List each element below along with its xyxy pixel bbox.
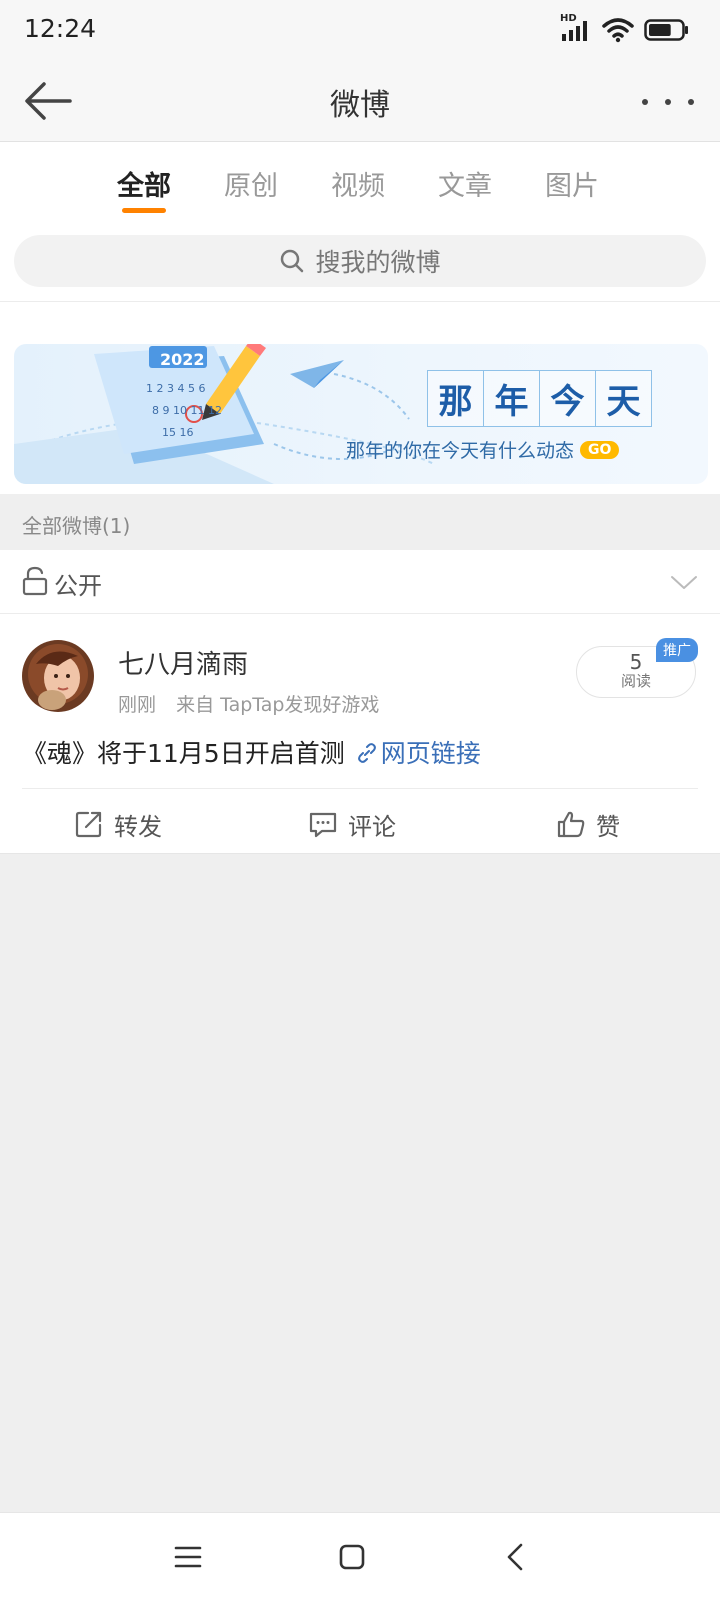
status-time: 12:24 — [24, 14, 97, 43]
more-dots-icon[interactable] — [642, 84, 694, 120]
back-icon[interactable] — [498, 1539, 534, 1575]
banner-section: 2022 1 2 3 4 5 6 8 9 10 11 12 15 16 那 年 … — [0, 302, 720, 494]
comment-label: 评论 — [348, 812, 396, 841]
post-time: 刚刚 — [118, 694, 157, 716]
read-label: 阅读 — [620, 672, 651, 690]
repost-icon — [75, 811, 102, 838]
avatar[interactable] — [22, 640, 94, 712]
promo-tag[interactable]: 推广 — [656, 638, 698, 662]
banner-title-char: 那 — [427, 370, 484, 427]
calendar-days-row-3: 15 16 — [162, 426, 194, 439]
user-name[interactable]: 七八月滴雨 — [118, 644, 248, 681]
active-tab-indicator — [122, 208, 166, 213]
chevron-down-icon[interactable] — [670, 568, 698, 596]
on-this-day-banner[interactable]: 2022 1 2 3 4 5 6 8 9 10 11 12 15 16 那 年 … — [14, 344, 708, 484]
privacy-label: 公开 — [54, 572, 102, 600]
comment-button[interactable]: 评论 — [308, 804, 396, 844]
comment-icon — [309, 812, 337, 838]
post-bottom-border — [0, 853, 720, 854]
unlock-icon — [22, 566, 48, 596]
search-placeholder: 搜我的微博 — [315, 248, 441, 277]
link-icon — [355, 741, 379, 765]
post-source: 来自 TapTap发现好游戏 — [176, 694, 380, 716]
status-icons: HD — [560, 13, 690, 46]
section-label: 全部微博(1) — [22, 514, 131, 538]
home-icon[interactable] — [334, 1539, 370, 1575]
thumbs-up-icon — [557, 811, 585, 838]
battery-icon — [644, 18, 690, 42]
banner-title-char: 天 — [595, 370, 652, 427]
signal-icon: HD — [560, 13, 592, 43]
section-header: 全部微博(1) — [0, 494, 720, 550]
calendar-year: 2022 — [160, 350, 205, 369]
banner-title-char: 今 — [539, 370, 596, 427]
wifi-icon — [602, 17, 634, 43]
search-input[interactable]: 搜我的微博 — [14, 235, 706, 287]
like-button[interactable]: 赞 — [556, 804, 620, 844]
tab-all[interactable]: 全部 — [104, 164, 184, 203]
post-content: 《魂》将于11月5日开启首测 网页链接 — [22, 734, 481, 770]
banner-subtitle-row: 那年的你在今天有什么动态 GO — [346, 436, 620, 463]
page-title: 微博 — [330, 88, 390, 123]
like-label: 赞 — [596, 812, 620, 841]
tab-original[interactable]: 原创 — [211, 164, 291, 203]
divider — [22, 788, 698, 789]
post-card: 七八月滴雨 刚刚 来自 TapTap发现好游戏 5 阅读 推广 《魂》将于11月… — [0, 614, 720, 854]
calendar-days-row-2: 8 9 10 11 12 — [152, 404, 222, 417]
post-meta: 刚刚 来自 TapTap发现好游戏 — [118, 690, 379, 717]
tab-article[interactable]: 文章 — [425, 164, 505, 203]
nav-bar: 微博 — [0, 60, 720, 142]
tab-video[interactable]: 视频 — [318, 164, 398, 203]
tab-bar: 全部 原创 视频 文章 图片 — [0, 142, 720, 220]
web-link[interactable]: 网页链接 — [381, 739, 481, 768]
banner-title-char: 年 — [483, 370, 540, 427]
privacy-filter[interactable]: 公开 — [0, 550, 720, 614]
post-text: 《魂》将于11月5日开启首测 — [22, 739, 345, 768]
search-section: 搜我的微博 — [0, 220, 720, 302]
search-icon — [279, 248, 305, 274]
repost-label: 转发 — [114, 812, 162, 841]
go-button[interactable]: GO — [580, 440, 620, 459]
menu-icon[interactable] — [170, 1539, 206, 1575]
status-bar: 12:24 HD — [0, 0, 720, 60]
banner-subtitle: 那年的你在今天有什么动态 — [346, 440, 575, 462]
banner-title: 那 年 今 天 — [427, 370, 652, 427]
calendar-days-row-1: 1 2 3 4 5 6 — [146, 382, 206, 395]
system-nav-bar — [0, 1512, 720, 1600]
tab-image[interactable]: 图片 — [532, 164, 612, 203]
repost-button[interactable]: 转发 — [74, 804, 162, 844]
